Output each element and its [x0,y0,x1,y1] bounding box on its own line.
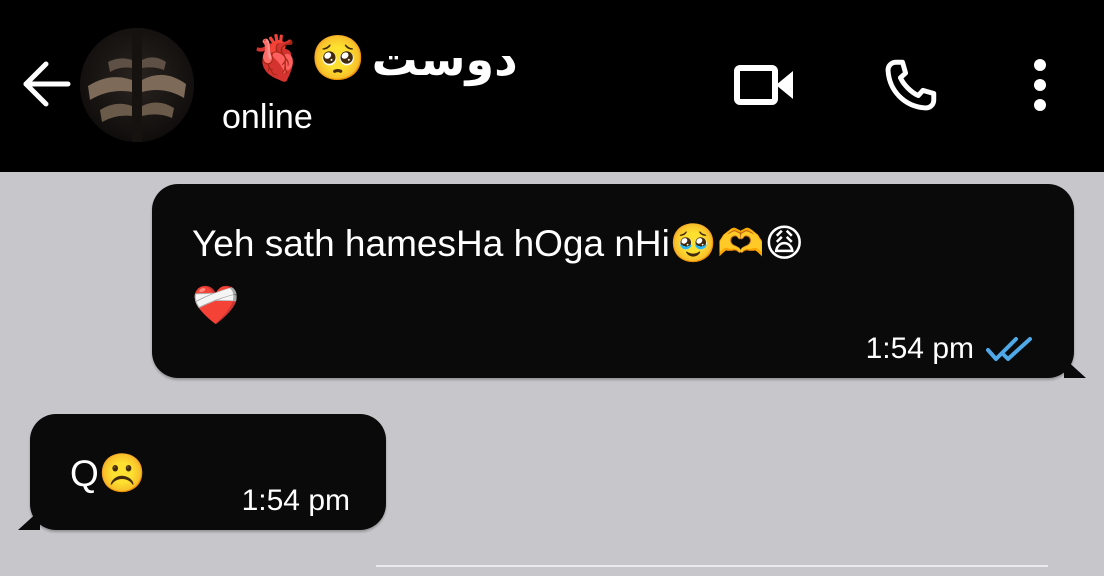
chat-header: 🫀 🥺 دوست online [0,0,1104,172]
contact-name[interactable]: 🫀 🥺 دوست [250,24,518,94]
input-bar-edge [376,565,1048,567]
video-camera-icon [734,65,793,105]
message-timestamp: 1:54 pm [241,484,350,517]
contact-name-text: دوست [371,32,518,86]
message-meta: 1:54 pm [242,486,350,516]
message-text-line: ❤️‍🩹 [192,276,239,335]
video-call-button[interactable] [720,50,810,120]
chat-screen: 🫀 🥺 دوست online Yeh sath hamesHa hOga nH… [0,0,1104,576]
message-meta: 1:54 pm [866,334,1036,364]
pleading-face-emoji: 🥺 [310,33,366,84]
more-vertical-icon [1034,59,1046,111]
incoming-message-bubble[interactable]: Q☹️ 1:54 pm [18,414,386,530]
message-text: Q [70,453,99,494]
anatomical-heart-emoji: 🫀 [250,33,305,84]
voice-call-button[interactable] [868,48,952,124]
message-timestamp: 1:54 pm [865,332,974,365]
message-text-line: Yeh sath hamesHa hOga nHi🥹🫶😩 [192,214,804,273]
frowning-face-emoji: ☹️ [98,451,147,495]
outgoing-message-bubble[interactable]: Yeh sath hamesHa hOga nHi🥹🫶😩 ❤️‍🩹 1:54 p… [152,184,1086,378]
arrow-left-icon [23,61,71,107]
more-options-button[interactable] [1010,50,1070,120]
message-text-line: Q☹️ [70,444,146,503]
double-check-icon [986,337,1032,361]
contact-status: online [222,98,313,136]
profile-photo [80,28,194,142]
back-button[interactable] [14,52,78,116]
mending-heart-emoji: ❤️‍🩹 [192,283,240,327]
avatar[interactable] [80,28,194,142]
message-emojis: 🥹🫶😩 [669,221,805,265]
phone-icon [885,59,937,111]
message-text: Yeh sath hamesHa hOga nHi [192,223,670,264]
